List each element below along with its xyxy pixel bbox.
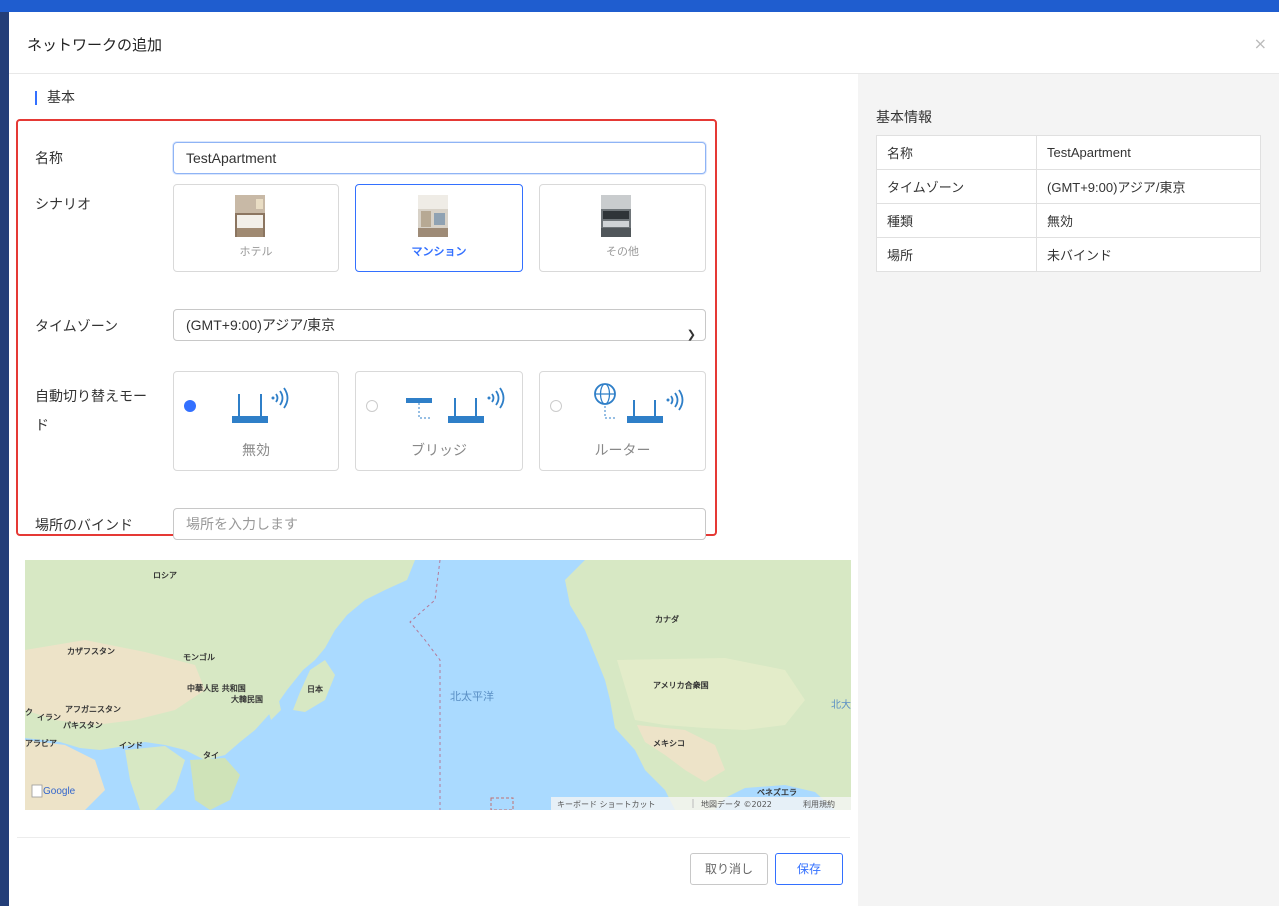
map-label-iran: イラン: [37, 713, 61, 722]
background-sidebar: [0, 12, 9, 906]
scenario-label-other: その他: [606, 245, 639, 258]
map-label-iraq: ク: [25, 707, 33, 717]
auto-switch-mode-label: 自動切り替えモー ド: [35, 383, 147, 441]
chevron-down-icon: ❯: [686, 329, 696, 341]
mode-label-bridge: ブリッジ: [411, 443, 467, 459]
map-label-india: インド: [119, 741, 143, 750]
mode-card-router[interactable]: ルーター: [539, 371, 706, 471]
scenario-card-hotel[interactable]: ホテル: [173, 184, 339, 272]
world-map: ロシア カザフスタン モンゴル 中華人民 共和国 大韓民国 日本 アフガニスタン…: [25, 560, 851, 810]
apartment-photo-icon: [418, 195, 448, 237]
office-photo-icon: [601, 195, 631, 237]
scenario-label-hotel: ホテル: [239, 245, 273, 258]
map-label-arabia: アラビア: [25, 738, 57, 748]
map-label-korea: 大韓民国: [231, 694, 263, 704]
table-row: 種類 無効: [876, 203, 1261, 238]
map-label-japan: 日本: [307, 684, 323, 694]
map-label-thailand: タイ: [203, 750, 219, 760]
map-label-atlantic: 北大: [831, 698, 851, 711]
auto-switch-mode-label-line1: 自動切り替えモー: [35, 389, 147, 405]
scenario-label: シナリオ: [35, 197, 91, 213]
location-input[interactable]: [173, 508, 706, 540]
name-label: 名称: [35, 151, 63, 167]
footer-divider: [17, 837, 850, 838]
summary-key: 種類: [876, 203, 1037, 238]
mode-radio-router[interactable]: [550, 400, 562, 412]
summary-key: 場所: [876, 237, 1037, 272]
map-label-china: 中華人民 共和国: [187, 683, 246, 693]
map-label-afghanistan: アフガニスタン: [65, 704, 121, 714]
google-logo-text[interactable]: Google: [43, 786, 76, 797]
map-label-kazakhstan: カザフスタン: [67, 646, 115, 656]
save-button[interactable]: 保存: [775, 853, 843, 885]
internet-router-icon: [594, 383, 684, 423]
cancel-button[interactable]: 取り消し: [690, 853, 768, 885]
timezone-select[interactable]: (GMT+9:00)アジア/東京 ❯: [173, 309, 706, 341]
summary-title: 基本情報: [876, 110, 932, 126]
map-label-mongolia: モンゴル: [183, 652, 215, 662]
location-label: 場所のバインド: [35, 518, 133, 534]
summary-value: 無効: [1036, 203, 1261, 238]
table-row: タイムゾーン (GMT+9:00)アジア/東京: [876, 169, 1261, 204]
add-network-dialog: ネットワークの追加 × 基本 名称 シナリオ ホテル: [9, 12, 1279, 906]
summary-key: 名称: [876, 135, 1037, 170]
summary-value: 未バインド: [1036, 237, 1261, 272]
scenario-card-other[interactable]: その他: [539, 184, 706, 272]
map-label-canada: カナダ: [655, 614, 679, 624]
summary-table: 名称 TestApartment タイムゾーン (GMT+9:00)アジア/東京…: [876, 135, 1261, 272]
map-label-venezuela: ベネズエラ: [757, 787, 797, 797]
google-logo-icon: [31, 784, 43, 798]
timezone-label: タイムゾーン: [35, 319, 119, 335]
summary-key: タイムゾーン: [876, 169, 1037, 204]
usa-landmass: [617, 658, 805, 730]
table-row: 名称 TestApartment: [876, 135, 1261, 170]
summary-value: TestApartment: [1036, 135, 1261, 170]
map-data-attribution: 地図データ ©2022: [701, 799, 772, 809]
mode-radio-disabled[interactable]: [184, 400, 196, 412]
section-title: 基本: [35, 91, 75, 105]
form-pane: 基本 名称 シナリオ ホテル マンション: [9, 74, 858, 906]
map-label-pacific: 北太平洋: [450, 689, 494, 703]
map-view[interactable]: ロシア カザフスタン モンゴル 中華人民 共和国 大韓民国 日本 アフガニスタン…: [25, 560, 851, 810]
summary-pane: 基本情報 名称 TestApartment タイムゾーン (GMT+9:00)ア…: [858, 74, 1279, 906]
dialog-title: ネットワークの追加: [27, 36, 163, 54]
name-input[interactable]: [173, 142, 706, 174]
table-row: 場所 未バインド: [876, 237, 1261, 272]
router-wifi-icon: [232, 387, 289, 423]
map-label-pakistan: パキスタン: [63, 720, 103, 730]
keyboard-shortcuts-link[interactable]: キーボード ショートカット: [557, 800, 656, 809]
auto-switch-mode-label-line2: ド: [35, 418, 49, 434]
scenario-card-apartment[interactable]: マンション: [355, 184, 523, 272]
map-label-usa: アメリカ合衆国: [653, 680, 709, 690]
mode-card-bridge[interactable]: ブリッジ: [355, 371, 523, 471]
mode-label-disabled: 無効: [242, 443, 270, 459]
mode-radio-bridge[interactable]: [366, 400, 378, 412]
map-label-mexico: メキシコ: [653, 739, 685, 748]
summary-value: (GMT+9:00)アジア/東京: [1036, 169, 1261, 204]
mode-label-router: ルーター: [594, 443, 651, 459]
mode-card-disabled[interactable]: 無効: [173, 371, 339, 471]
dialog-header: ネットワークの追加 ×: [9, 12, 1279, 74]
background-app-header: [0, 0, 1279, 12]
map-label-russia: ロシア: [153, 571, 177, 580]
hotel-photo-icon: [235, 195, 265, 237]
close-icon[interactable]: ×: [1254, 34, 1267, 53]
scenario-label-apartment: マンション: [411, 245, 467, 258]
bridge-icon: [406, 387, 505, 423]
terms-link[interactable]: 利用規約: [803, 799, 835, 809]
timezone-value: (GMT+9:00)アジア/東京: [186, 317, 336, 333]
